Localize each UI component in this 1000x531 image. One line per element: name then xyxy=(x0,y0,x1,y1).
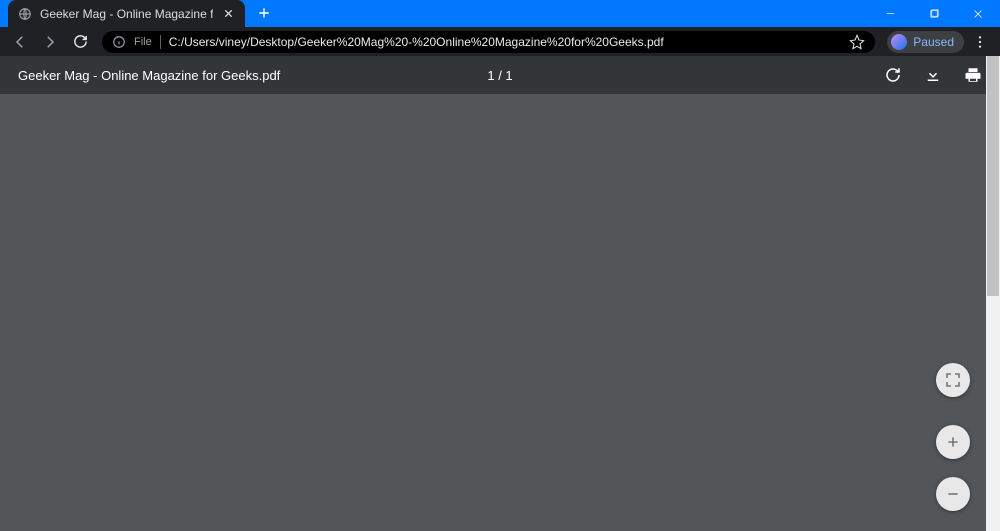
url-divider xyxy=(160,35,161,49)
globe-icon xyxy=(18,7,32,21)
url-bar[interactable]: File C:/Users/viney/Desktop/Geeker%20Mag… xyxy=(102,31,875,53)
minimize-button[interactable] xyxy=(868,0,912,27)
zoom-out-button[interactable] xyxy=(936,477,970,511)
profile-button[interactable]: Paused xyxy=(887,31,964,53)
pdf-toolbar: Geeker Mag - Online Magazine for Geeks.p… xyxy=(0,56,1000,94)
rotate-icon[interactable] xyxy=(884,66,902,84)
pdf-actions xyxy=(884,66,982,84)
close-tab-icon[interactable] xyxy=(221,7,235,21)
titlebar: Geeker Mag - Online Magazine f xyxy=(0,0,1000,27)
url-scheme: File xyxy=(134,36,152,48)
close-window-button[interactable] xyxy=(956,0,1000,27)
browser-tab[interactable]: Geeker Mag - Online Magazine f xyxy=(8,0,245,27)
window-controls xyxy=(868,0,1000,27)
info-icon[interactable] xyxy=(112,35,126,49)
pdf-viewport[interactable] xyxy=(0,94,986,531)
tab-strip: Geeker Mag - Online Magazine f xyxy=(0,0,277,27)
print-icon[interactable] xyxy=(964,66,982,84)
bookmark-star-icon[interactable] xyxy=(849,34,865,50)
reload-button[interactable] xyxy=(66,28,94,56)
forward-button[interactable] xyxy=(36,28,64,56)
pdf-title: Geeker Mag - Online Magazine for Geeks.p… xyxy=(18,68,280,83)
scrollbar-thumb[interactable] xyxy=(987,56,999,296)
download-icon[interactable] xyxy=(924,66,942,84)
profile-label: Paused xyxy=(913,35,954,49)
vertical-scrollbar[interactable] xyxy=(986,56,1000,531)
floating-controls xyxy=(936,363,970,511)
url-text: C:/Users/viney/Desktop/Geeker%20Mag%20-%… xyxy=(169,35,664,49)
back-button[interactable] xyxy=(6,28,34,56)
new-tab-button[interactable] xyxy=(251,0,277,26)
maximize-button[interactable] xyxy=(912,0,956,27)
pdf-page-indicator: 1 / 1 xyxy=(487,68,512,83)
fit-page-button[interactable] xyxy=(936,363,970,397)
address-bar-row: File C:/Users/viney/Desktop/Geeker%20Mag… xyxy=(0,27,1000,56)
tab-title: Geeker Mag - Online Magazine f xyxy=(40,7,213,21)
avatar-icon xyxy=(891,34,907,50)
kebab-menu-icon[interactable] xyxy=(966,28,994,56)
zoom-in-button[interactable] xyxy=(936,425,970,459)
